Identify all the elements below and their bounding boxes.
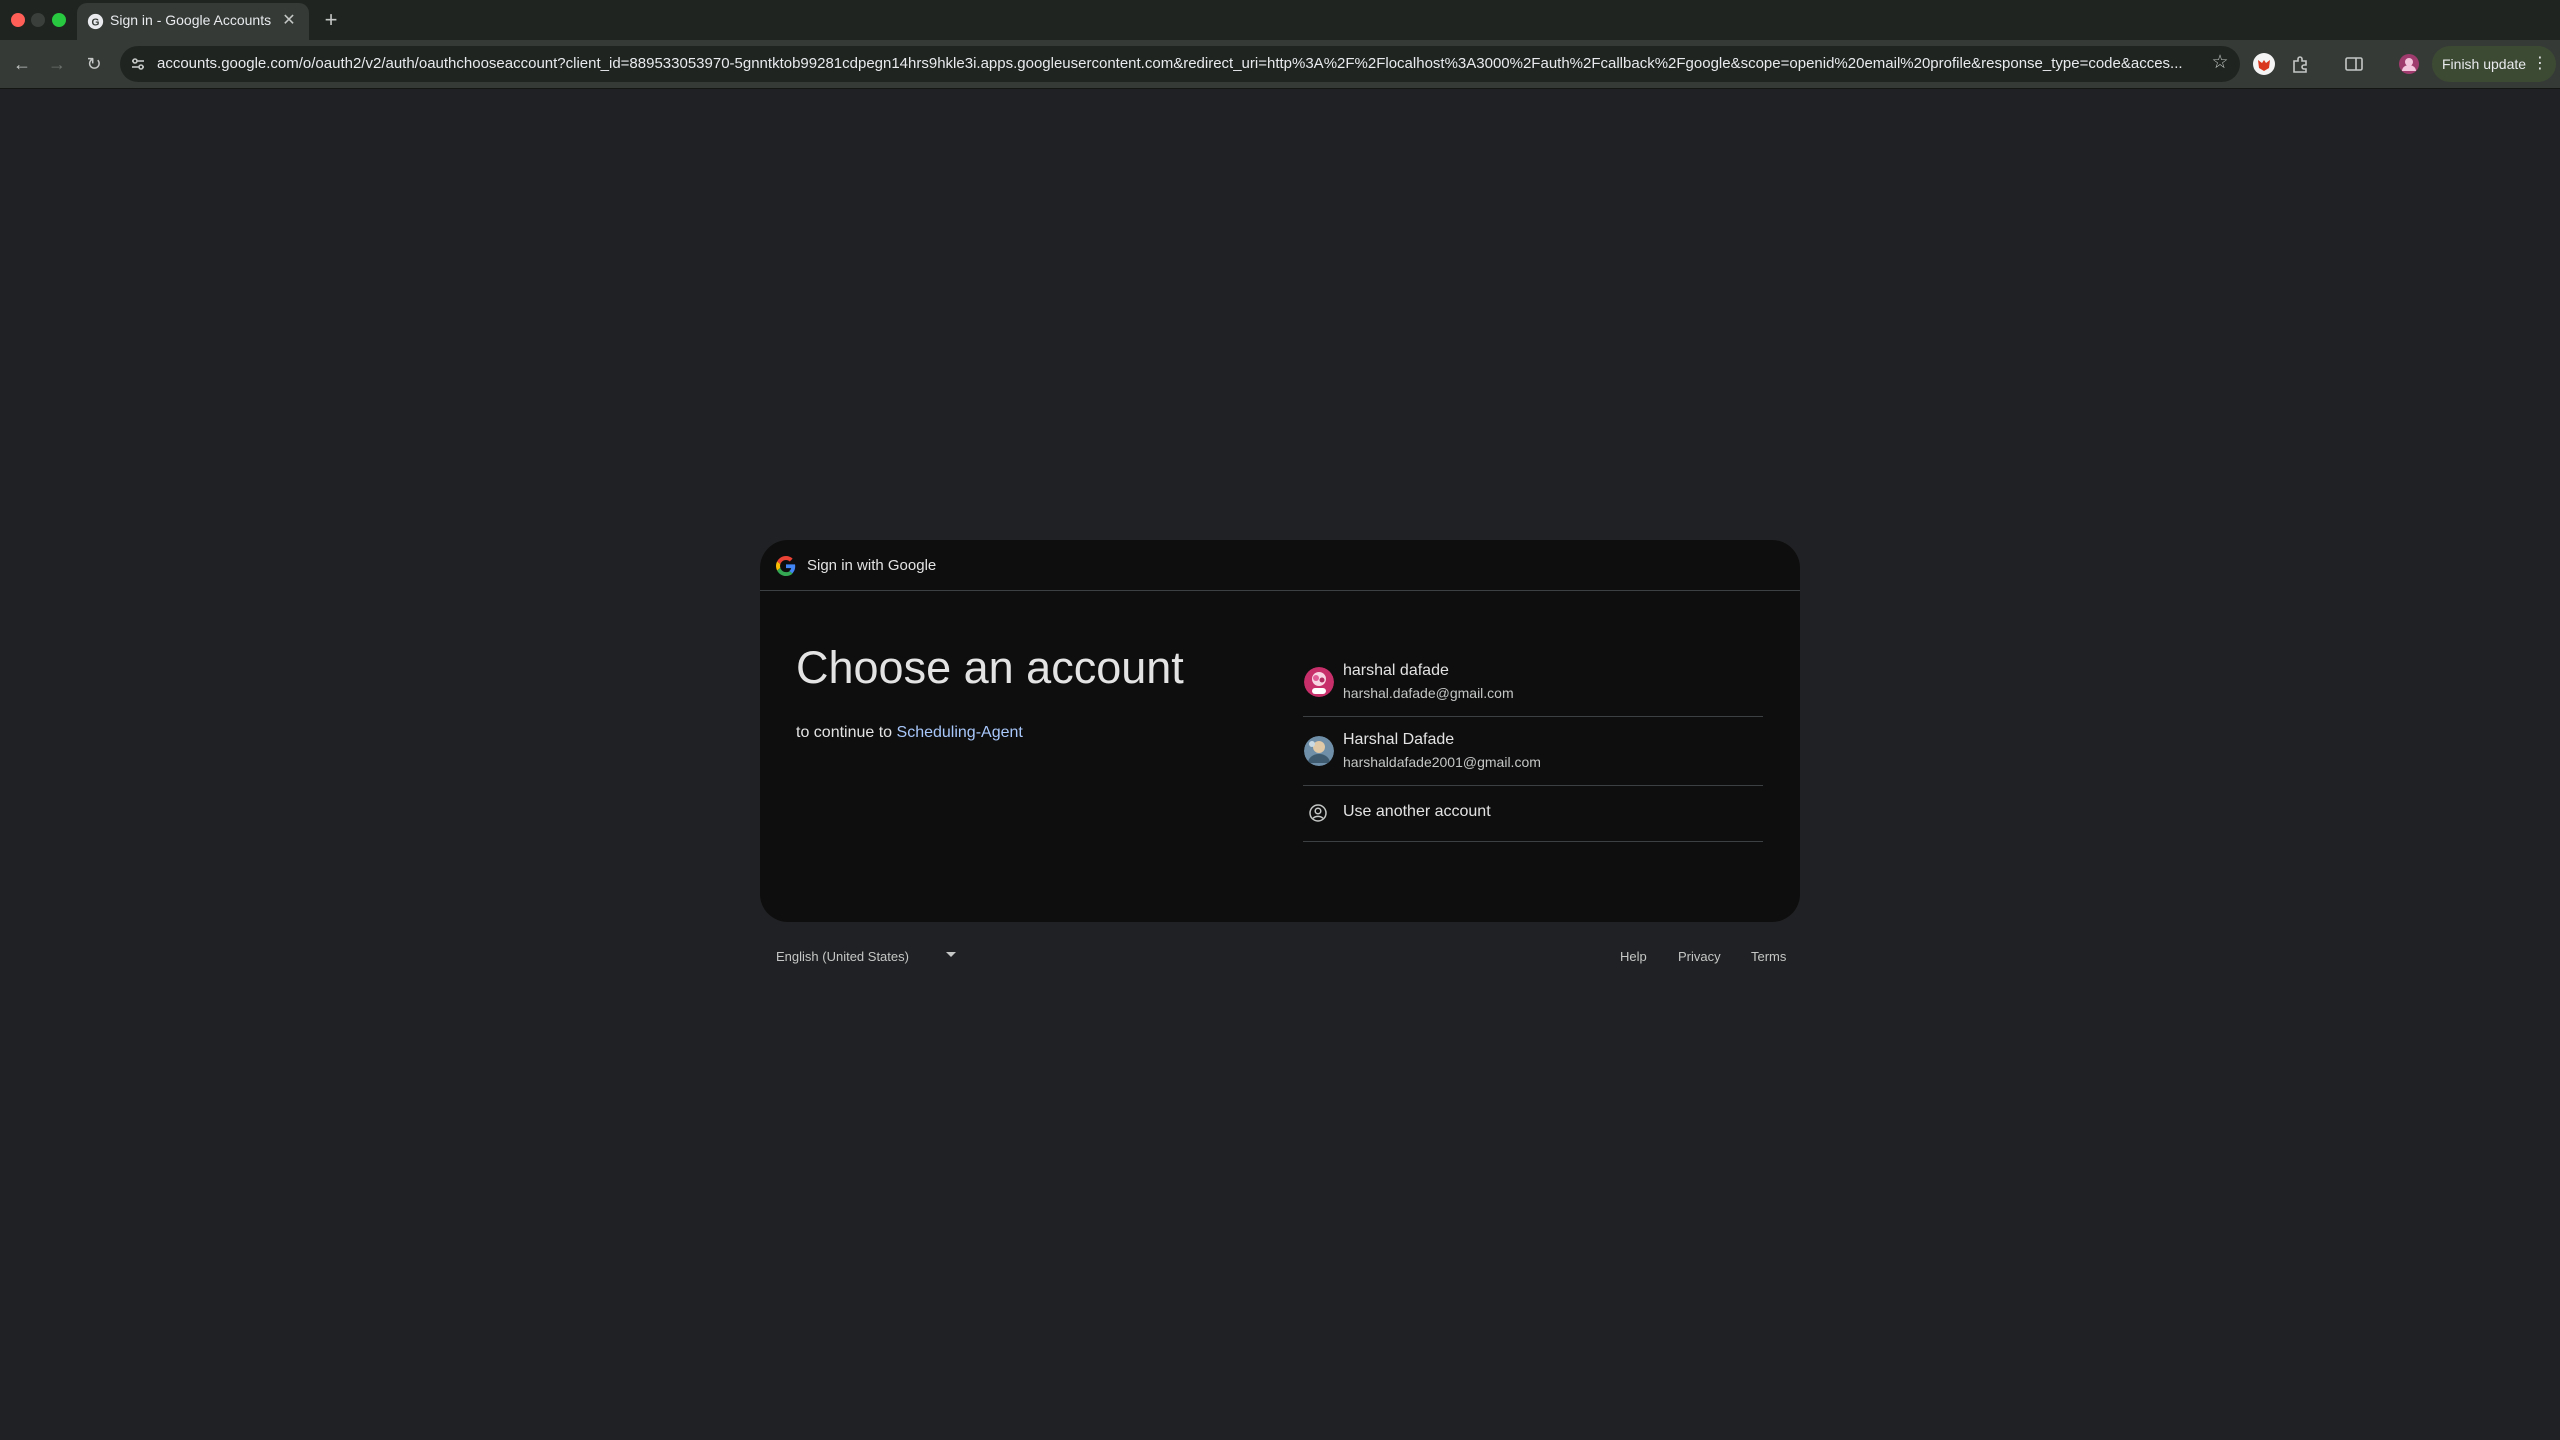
new-tab-button[interactable]: + [318, 7, 344, 33]
account-name: harshal dafade [1343, 662, 1449, 679]
forward-arrow-icon[interactable]: → [45, 52, 69, 76]
account-avatar-icon [1304, 667, 1334, 697]
sign-in-card: Sign in with Google Choose an account to… [760, 540, 1800, 922]
account-name: Harshal Dafade [1343, 731, 1455, 748]
window-maximize-button[interactable] [52, 13, 66, 27]
address-bar[interactable]: accounts.google.com/o/oauth2/v2/auth/oau… [120, 46, 2240, 82]
app-name-link[interactable]: Scheduling-Agent [897, 724, 1023, 741]
extensions-puzzle-icon[interactable] [2289, 52, 2313, 76]
window-close-button[interactable] [11, 13, 25, 27]
account-list: harshal dafade harshal.dafade@gmail.com … [1303, 648, 1763, 842]
terms-link[interactable]: Terms [1751, 949, 1786, 964]
finish-update-button[interactable]: Finish update ⋮ [2432, 46, 2556, 82]
browser-tab[interactable]: G Sign in - Google Accounts ✕ [77, 3, 309, 40]
side-panel-icon[interactable] [2342, 52, 2366, 76]
continue-prefix: to continue to [796, 724, 893, 741]
browser-toolbar: ← → ↻ accounts.google.com/o/oauth2/v2/au… [0, 40, 2560, 89]
use-another-account-button[interactable]: Use another account [1303, 786, 1763, 842]
account-item[interactable]: Harshal Dafade harshaldafade2001@gmail.c… [1303, 717, 1763, 786]
reload-icon[interactable]: ↻ [82, 52, 106, 76]
account-avatar-icon [1304, 736, 1334, 766]
help-link[interactable]: Help [1620, 949, 1647, 964]
google-logo-icon [776, 556, 796, 576]
use-another-account-label: Use another account [1343, 803, 1491, 820]
site-info-icon[interactable] [129, 55, 147, 73]
card-header: Sign in with Google [760, 540, 1800, 591]
privacy-link[interactable]: Privacy [1678, 949, 1721, 964]
tab-title: Sign in - Google Accounts [110, 12, 272, 28]
back-arrow-icon[interactable]: ← [10, 52, 34, 76]
profile-avatar-icon[interactable] [2397, 52, 2421, 76]
dropdown-caret-icon [946, 952, 956, 957]
footer: English (United States) Help Privacy Ter… [760, 944, 1800, 974]
account-item[interactable]: harshal dafade harshal.dafade@gmail.com [1303, 648, 1763, 717]
google-favicon-icon: G [87, 13, 104, 30]
tab-close-icon[interactable]: ✕ [279, 11, 299, 31]
window-minimize-button[interactable] [31, 13, 45, 27]
svg-text:G: G [92, 17, 100, 28]
account-email: harshaldafade2001@gmail.com [1343, 754, 1541, 770]
account-email: harshal.dafade@gmail.com [1343, 685, 1514, 701]
tab-bar: G Sign in - Google Accounts ✕ + [0, 0, 2560, 40]
language-select[interactable]: English (United States) [776, 946, 956, 970]
bookmark-star-icon[interactable]: ☆ [2210, 53, 2230, 73]
url-text[interactable]: accounts.google.com/o/oauth2/v2/auth/oau… [157, 55, 2187, 72]
page-title: Choose an account [796, 642, 1184, 693]
more-menu-icon[interactable]: ⋮ [2532, 54, 2548, 74]
card-header-text: Sign in with Google [807, 557, 937, 574]
continue-to-line: to continue to Scheduling-Agent [796, 724, 1023, 742]
account-circle-icon [1309, 804, 1327, 822]
extension-fox-icon[interactable] [2252, 52, 2276, 76]
language-label: English (United States) [776, 949, 909, 964]
